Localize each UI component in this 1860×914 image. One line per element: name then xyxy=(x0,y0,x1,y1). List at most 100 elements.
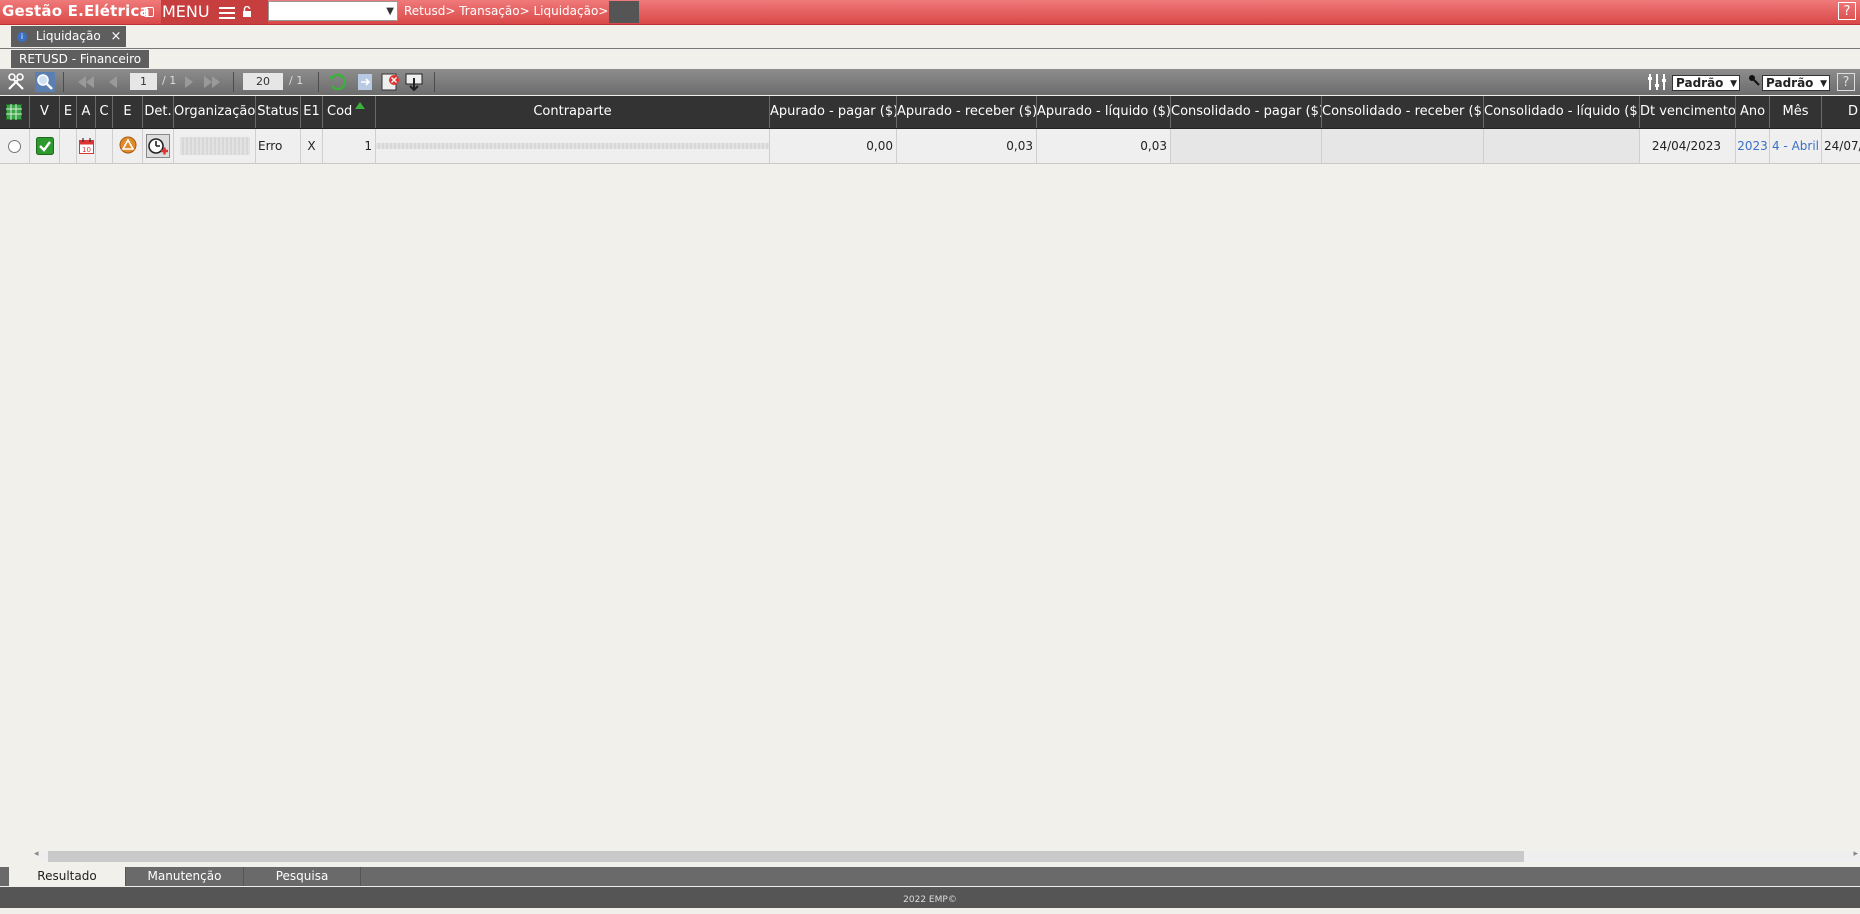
header-apurado-liquido[interactable]: Apurado - líquido ($) xyxy=(1037,96,1171,128)
lock-icon[interactable] xyxy=(242,6,252,17)
header-consolidado-receber[interactable]: Consolidado - receber ($) xyxy=(1322,96,1484,128)
key-icon[interactable] xyxy=(1748,72,1760,92)
row-v-cell[interactable] xyxy=(30,129,60,163)
row-e-cell xyxy=(60,129,77,163)
row-status-cell: Erro xyxy=(256,129,301,163)
view-select[interactable]: Padrão ▼ xyxy=(1672,75,1740,91)
table-row[interactable]: 10 Erro X 1 0,00 0,03 0,03 24/04/2023 20… xyxy=(0,129,1860,164)
scroll-left-icon[interactable]: ◂ xyxy=(34,849,39,859)
chevron-down-icon: ▼ xyxy=(1730,79,1737,89)
row-consolidado-receber-cell xyxy=(1322,129,1484,163)
header-status[interactable]: Status xyxy=(256,96,301,128)
scrollbar-thumb[interactable] xyxy=(48,851,1524,862)
first-page-icon[interactable] xyxy=(72,72,102,92)
refresh-icon[interactable] xyxy=(328,72,348,92)
tab-label: Liquidação xyxy=(35,29,101,43)
breadcrumb-end-block xyxy=(609,1,639,23)
header-v[interactable]: V xyxy=(30,96,60,128)
grid-toolbar: 1 / 1 20 / 1 Padrão ▼ Padrão ▼ ? xyxy=(0,69,1860,95)
help-button[interactable]: ? xyxy=(1838,2,1856,20)
header-apurado-pagar[interactable]: Apurado - pagar ($) xyxy=(770,96,897,128)
search-icon[interactable] xyxy=(35,72,55,92)
calendar-icon: 10 xyxy=(79,138,94,154)
row-a-cell[interactable]: 10 xyxy=(77,129,96,163)
header-c[interactable]: C xyxy=(96,96,113,128)
header-e1[interactable]: E1 xyxy=(301,96,323,128)
header-organizacao[interactable]: Organização xyxy=(174,96,256,128)
row-select-radio[interactable] xyxy=(0,129,30,163)
warning-badge-icon xyxy=(119,136,137,154)
details-icon xyxy=(146,134,170,158)
header-d[interactable]: D xyxy=(1822,96,1860,128)
row-c-cell xyxy=(96,129,113,163)
header-cod-label: Cod xyxy=(327,104,353,119)
row-e2-cell[interactable] xyxy=(113,129,143,163)
row-e1-cell: X xyxy=(301,129,323,163)
tab-manutencao[interactable]: Manutenção xyxy=(126,867,244,886)
filter-select-value: Padrão xyxy=(1766,76,1814,90)
window-icon[interactable] xyxy=(144,7,154,17)
header-apurado-receber[interactable]: Apurado - receber ($) xyxy=(897,96,1037,128)
toolbar-help-button[interactable]: ? xyxy=(1837,73,1855,91)
header-consolidado-pagar[interactable]: Consolidado - pagar ($) xyxy=(1171,96,1322,128)
close-icon[interactable]: × xyxy=(111,29,122,44)
header-consolidado-liquido[interactable]: Consolidado - líquido ($) xyxy=(1484,96,1640,128)
svg-text:10: 10 xyxy=(82,146,91,154)
next-page-icon[interactable] xyxy=(180,72,198,92)
row-mes-link[interactable]: 4 - Abril xyxy=(1770,129,1822,163)
clear-filter-icon[interactable] xyxy=(381,72,401,92)
row-consolidado-pagar-cell xyxy=(1171,129,1322,163)
filter-select[interactable]: Padrão ▼ xyxy=(1762,75,1830,91)
row-consolidado-liquido-cell xyxy=(1484,129,1640,163)
scroll-right-icon[interactable]: ▸ xyxy=(1853,849,1858,859)
page-size-input[interactable]: 20 xyxy=(243,73,283,90)
header-cod[interactable]: Cod xyxy=(323,96,376,128)
row-contraparte-cell xyxy=(376,129,770,163)
view-select-value: Padrão xyxy=(1676,76,1724,90)
download-icon[interactable] xyxy=(404,72,424,92)
subtab-retusd-financeiro[interactable]: RETUSD - Financeiro xyxy=(11,50,150,68)
sort-asc-icon xyxy=(355,102,365,109)
check-icon xyxy=(36,137,54,155)
export-icon[interactable] xyxy=(356,72,374,92)
row-cod-cell: 1 xyxy=(323,129,376,163)
page-number-input[interactable]: 1 xyxy=(130,73,157,90)
header-a[interactable]: A xyxy=(77,96,96,128)
row-ano-link[interactable]: 2023 xyxy=(1736,129,1770,163)
row-apurado-liquido-cell: 0,03 xyxy=(1037,129,1171,163)
chevron-down-icon: ▼ xyxy=(386,6,394,17)
header-det[interactable]: Det. xyxy=(143,96,174,128)
page-total: / 1 xyxy=(162,74,177,87)
row-apurado-receber-cell: 0,03 xyxy=(897,129,1037,163)
tools-icon[interactable] xyxy=(6,72,26,92)
page-size-total: / 1 xyxy=(289,74,304,87)
bottom-tab-bar: Resultado Manutenção Pesquisa xyxy=(0,867,1860,886)
menu-label: MENU xyxy=(162,2,210,21)
row-dt-vencimento-cell: 24/04/2023 xyxy=(1640,129,1736,163)
row-organizacao-cell xyxy=(174,129,256,163)
horizontal-scrollbar[interactable]: ◂ ▸ xyxy=(34,849,1860,862)
header-mes[interactable]: Mês xyxy=(1770,96,1822,128)
row-apurado-pagar-cell: 0,00 xyxy=(770,129,897,163)
footer-copyright: 2022 EMP© xyxy=(0,887,1860,908)
row-det-cell[interactable] xyxy=(143,129,174,163)
header-contraparte[interactable]: Contraparte xyxy=(376,96,770,128)
header-ano[interactable]: Ano xyxy=(1736,96,1770,128)
last-page-icon[interactable] xyxy=(200,72,226,92)
tab-pesquisa[interactable]: Pesquisa xyxy=(244,867,361,886)
info-icon: i xyxy=(17,31,27,42)
tab-liquidacao[interactable]: i Liquidação × xyxy=(11,26,126,47)
tab-resultado[interactable]: Resultado xyxy=(9,867,126,886)
breadcrumb[interactable]: Retusd> Transação> Liquidação> xyxy=(404,4,608,18)
select-all-header[interactable] xyxy=(0,96,30,128)
header-e2[interactable]: E xyxy=(113,96,143,128)
grid-header: V E A C E Det. Organização Status E1 Cod… xyxy=(0,96,1860,129)
top-bar: Gestão E.Elétrica MENU ▼ Retusd> Transaç… xyxy=(0,0,1860,25)
columns-settings-icon[interactable] xyxy=(1646,72,1668,92)
previous-page-icon[interactable] xyxy=(104,72,122,92)
app-title: Gestão E.Elétrica xyxy=(2,2,150,20)
organization-select[interactable]: ▼ xyxy=(268,1,398,21)
header-dt-vencimento[interactable]: Dt vencimento xyxy=(1640,96,1736,128)
header-e[interactable]: E xyxy=(60,96,77,128)
chevron-down-icon: ▼ xyxy=(1820,79,1827,89)
